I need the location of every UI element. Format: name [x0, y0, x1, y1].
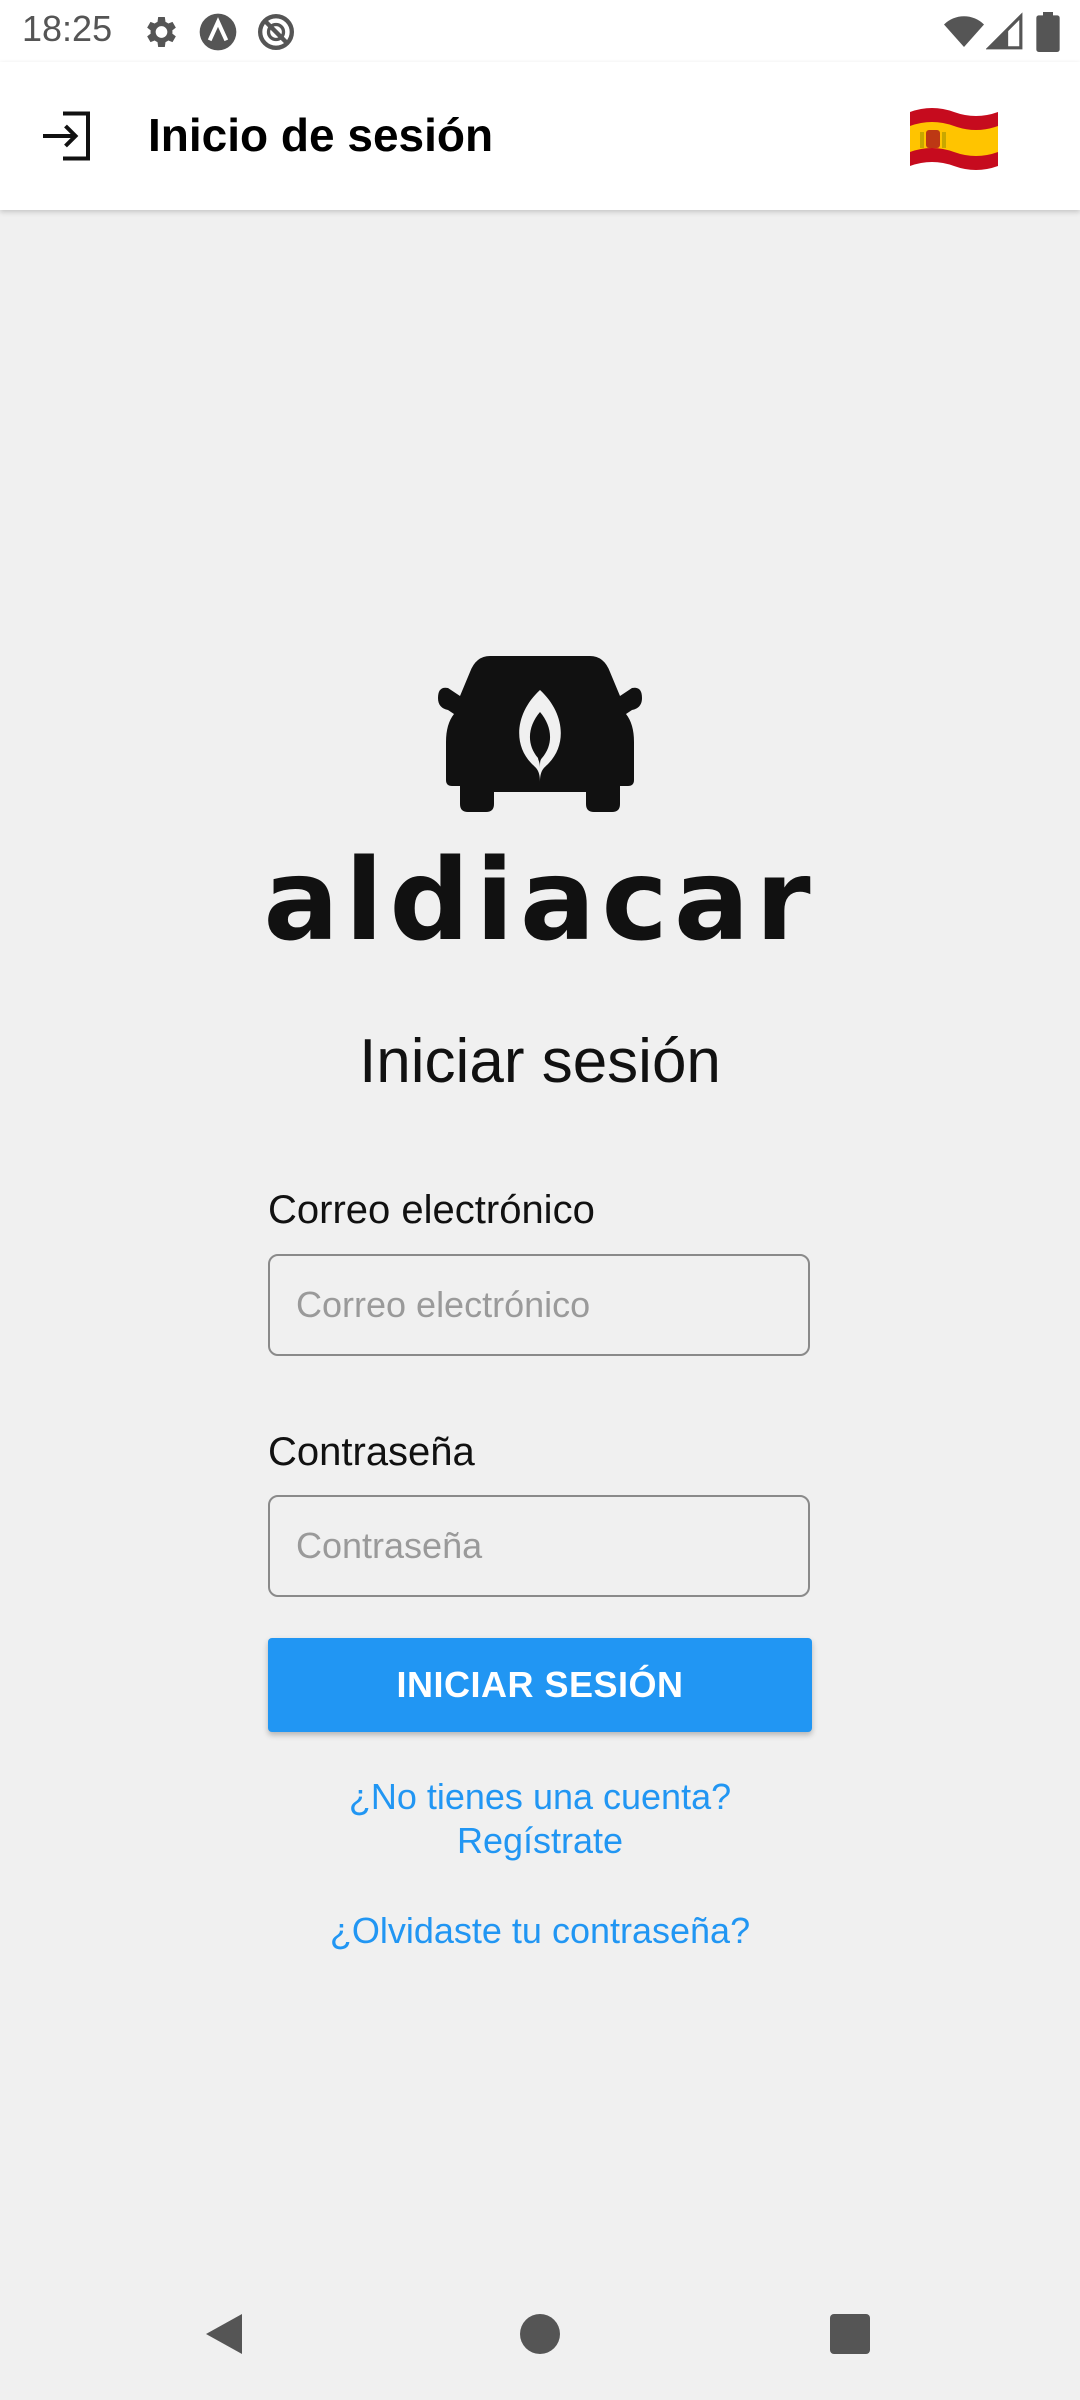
spain-flag-icon[interactable] — [908, 106, 1000, 172]
back-icon[interactable] — [202, 2310, 246, 2358]
app-bar: Inicio de sesión — [0, 62, 1080, 210]
password-input[interactable] — [268, 1495, 810, 1597]
email-input[interactable] — [268, 1254, 810, 1356]
a-circle-icon — [199, 13, 237, 51]
email-label: Correo electrónico — [268, 1188, 595, 1232]
page-title: Inicio de sesión — [148, 109, 494, 161]
login-button[interactable]: INICIAR SESIÓN — [268, 1638, 812, 1732]
register-question-link[interactable]: ¿No tienes una cuenta? — [0, 1776, 1080, 1818]
home-icon[interactable] — [520, 2314, 560, 2354]
wifi-icon — [944, 16, 984, 47]
login-heading: Iniciar sesión — [359, 1027, 721, 1096]
system-nav-bar — [0, 2290, 1080, 2400]
signal-icon — [986, 12, 1023, 50]
car-leaf-icon — [438, 656, 642, 812]
login-icon[interactable] — [38, 106, 98, 166]
forgot-password-link[interactable]: ¿Olvidaste tu contraseña? — [0, 1910, 1080, 1952]
recents-icon[interactable] — [830, 2314, 870, 2354]
brand-logo-text: aldiacar — [263, 836, 817, 966]
register-link[interactable]: Regístrate — [0, 1820, 1080, 1862]
gear-icon — [147, 17, 176, 47]
status-bar: 18:25 — [0, 0, 1080, 62]
status-time: 18:25 — [22, 8, 113, 49]
password-label: Contraseña — [268, 1430, 475, 1474]
no-sync-icon — [258, 14, 294, 50]
battery-icon — [1036, 12, 1060, 52]
